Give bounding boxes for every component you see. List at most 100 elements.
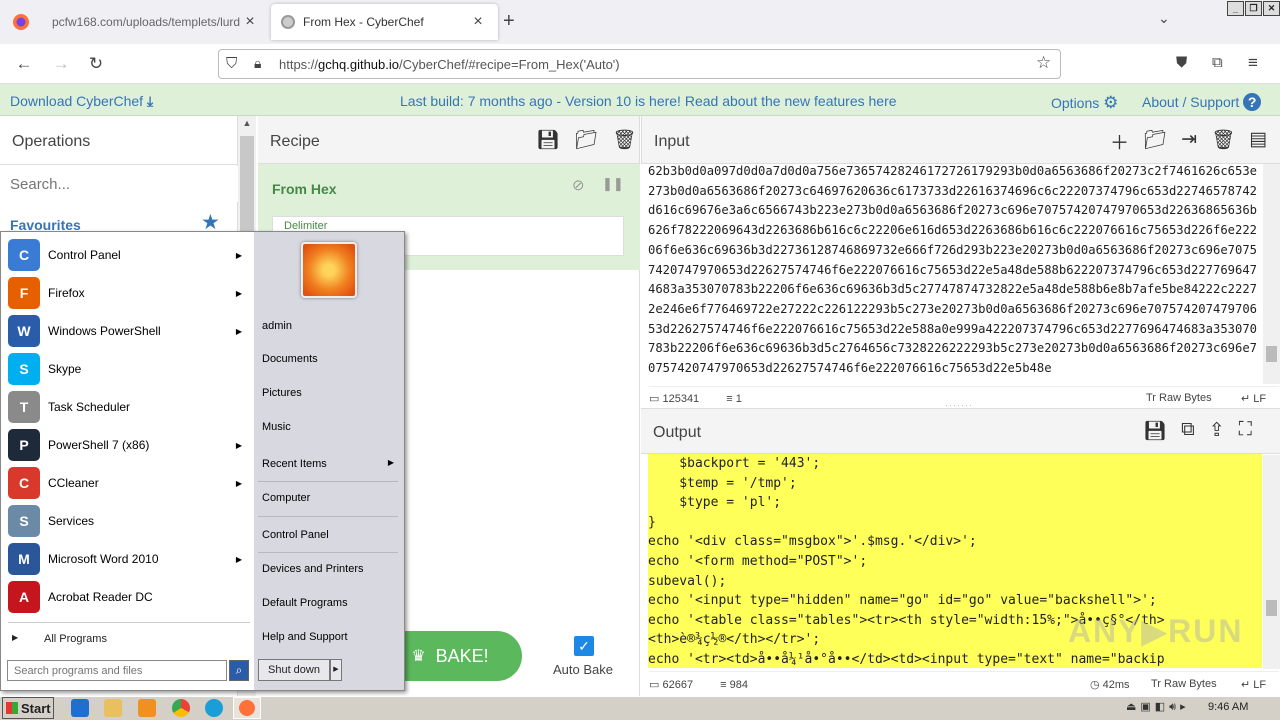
search-icon[interactable]: ⌕ [229, 660, 249, 681]
new-tab-icon[interactable]: + [503, 10, 515, 33]
firefox-menu-icon[interactable] [0, 0, 42, 44]
output-status-bar: ▭ 62667 ≡ 984 ◷ 42ms Tr Raw Bytes ↵ LF [649, 671, 1279, 697]
trash-icon[interactable]: 🗑︎ [1211, 128, 1235, 155]
raw-bytes-option[interactable]: Tr Raw Bytes [1151, 678, 1217, 690]
raw-bytes-option[interactable]: Tr Raw Bytes [1146, 392, 1212, 404]
task-scheduler-icon: T [8, 391, 40, 423]
operations-search-input[interactable] [0, 166, 238, 202]
shield-icon[interactable]: ⛉ [226, 55, 237, 72]
list-tabs-icon[interactable]: ⌄ [1158, 10, 1170, 27]
open-file-icon[interactable]: ⇥ [1181, 128, 1197, 155]
start-menu-item[interactable]: S Services [8, 503, 248, 539]
pause-icon[interactable]: ❚❚ [602, 176, 624, 192]
start-menu-item[interactable]: T Task Scheduler [8, 389, 248, 425]
close-icon[interactable]: × [240, 13, 260, 31]
raw-bytes-label: Raw Bytes [1159, 392, 1212, 404]
start-place-item[interactable]: Documents [262, 353, 402, 365]
folder-icon[interactable]: 📁︎ [574, 128, 598, 152]
copy-icon[interactable]: ⧉ [1181, 419, 1195, 443]
start-place-item[interactable]: Music [262, 421, 402, 433]
url-domain: gchq.github.io [318, 56, 399, 72]
input-textarea[interactable]: 62b3b0d0a097d0d0a7d0d0a756e7365742824617… [648, 162, 1262, 384]
start-menu-item[interactable]: S Skype [8, 351, 248, 387]
menu-icon[interactable]: ≡ [1248, 53, 1258, 73]
back-icon[interactable]: ← [13, 54, 35, 74]
tab-cyberchef[interactable]: From Hex - CyberChef × [271, 4, 498, 40]
start-menu-item[interactable]: M Microsoft Word 2010 ▶ [8, 541, 248, 577]
system-tray-icons[interactable]: ⏏▣◧🔊︎▸ [1126, 700, 1190, 714]
submenu-arrow-icon: ▶ [235, 440, 242, 450]
shutdown-button[interactable]: Shut down [258, 659, 330, 681]
disable-icon[interactable]: ⊘ [572, 176, 585, 194]
input-scrollbar[interactable] [1263, 164, 1280, 384]
about-link[interactable]: About / Support ? [1142, 93, 1262, 111]
save-icon[interactable]: 💾︎ [1143, 419, 1167, 443]
tab-pcfw168[interactable]: pcfw168.com/uploads/templets/lurd/1 × [42, 0, 270, 44]
start-menu-item[interactable]: P PowerShell 7 (x86) ▶ [8, 427, 248, 463]
start-place-item[interactable]: Help and Support [262, 631, 402, 643]
start-place-item[interactable]: Recent Items ▶ [262, 458, 402, 470]
download-label: Download CyberChef [10, 93, 144, 109]
download-link[interactable]: Download CyberChef ⤓ [10, 93, 153, 110]
explorer-icon[interactable] [104, 699, 122, 717]
start-menu-item[interactable]: C Control Panel ▶ [8, 237, 248, 273]
user-avatar[interactable] [301, 242, 357, 298]
start-menu-item[interactable]: C CCleaner ▶ [8, 465, 248, 501]
close-icon[interactable]: × [468, 13, 488, 31]
output-line: echo '<div class="msgbox">'.$msg.'</div>… [648, 534, 977, 550]
maximize-icon[interactable]: ⛶ [1239, 419, 1252, 443]
replace-input-icon[interactable]: ⇪ [1209, 419, 1225, 443]
start-place-item[interactable]: Control Panel [262, 529, 402, 541]
start-place-item[interactable]: Computer [262, 492, 402, 504]
start-place-item[interactable]: Default Programs [262, 597, 402, 609]
start-button[interactable]: Start [2, 697, 54, 719]
bookmark-star-icon[interactable]: ☆ [1036, 53, 1051, 73]
ie-icon[interactable] [71, 699, 89, 717]
eol-option[interactable]: ↵ LF [1241, 392, 1266, 405]
start-menu-item[interactable]: F Firefox ▶ [8, 275, 248, 311]
firefox-taskbar-button[interactable] [233, 697, 261, 719]
start-menu-item[interactable]: A Acrobat Reader DC [8, 579, 248, 615]
restore-button[interactable]: ❐ [1245, 1, 1262, 16]
reload-icon[interactable]: ↻ [85, 54, 107, 74]
trash-icon[interactable]: 🗑︎ [612, 128, 636, 152]
input-title: Input [654, 133, 690, 150]
build-notice[interactable]: Last build: 7 months ago - Version 10 is… [400, 93, 897, 109]
user-name[interactable]: admin [262, 320, 402, 332]
lock-icon[interactable]: 🔒︎ [254, 55, 261, 72]
layout-icon[interactable]: ▤ [1249, 128, 1267, 155]
shutdown-options-arrow-icon[interactable]: ▶ [330, 659, 342, 681]
forward-icon[interactable]: → [50, 54, 72, 74]
start-menu-places: admin Documents Pictures Music Recent Items… [254, 232, 404, 690]
edge-icon[interactable] [205, 699, 223, 717]
extensions-icon[interactable]: ⧉ [1212, 54, 1223, 71]
open-folder-icon[interactable]: 📁︎ [1143, 128, 1167, 155]
operation-name: From Hex [272, 181, 337, 197]
submenu-arrow-icon: ▶ [235, 288, 242, 298]
pocket-icon[interactable]: ⛊ [1176, 54, 1187, 71]
url-bar[interactable]: https://gchq.github.io/CyberChef/#recipe… [218, 49, 1061, 79]
output-scrollbar[interactable] [1263, 455, 1280, 669]
cyberchef-banner: Download CyberChef ⤓ Last build: 7 month… [0, 84, 1280, 116]
start-place-item[interactable]: Pictures [262, 387, 402, 399]
add-tab-icon[interactable]: ＋ [1110, 128, 1129, 155]
eol-option[interactable]: ↵ LF [1241, 678, 1266, 691]
start-search-input[interactable] [7, 660, 227, 681]
output-title: Output [653, 424, 702, 441]
options-link[interactable]: Options ⚙ [1051, 93, 1118, 113]
minimize-button[interactable]: _ [1227, 1, 1244, 16]
auto-bake-label: Auto Bake [553, 662, 613, 677]
submenu-arrow-icon: ▶ [235, 478, 242, 488]
recipe-toolbar: 💾︎ 📁︎ 🗑︎ [536, 128, 636, 152]
clock[interactable]: 9:46 AM [1208, 701, 1248, 713]
auto-bake-checkbox[interactable]: ✓ [574, 636, 594, 656]
start-place-item[interactable]: Devices and Printers [262, 563, 402, 575]
close-window-button[interactable]: ✕ [1263, 1, 1280, 16]
media-player-icon[interactable] [138, 699, 156, 717]
start-menu-item[interactable]: W Windows PowerShell ▶ [8, 313, 248, 349]
chrome-icon[interactable] [172, 699, 190, 717]
help-icon: ? [1243, 93, 1262, 111]
save-icon[interactable]: 💾︎ [536, 128, 560, 152]
options-label: Options [1051, 95, 1100, 111]
all-programs-item[interactable]: All Programs [44, 633, 107, 645]
